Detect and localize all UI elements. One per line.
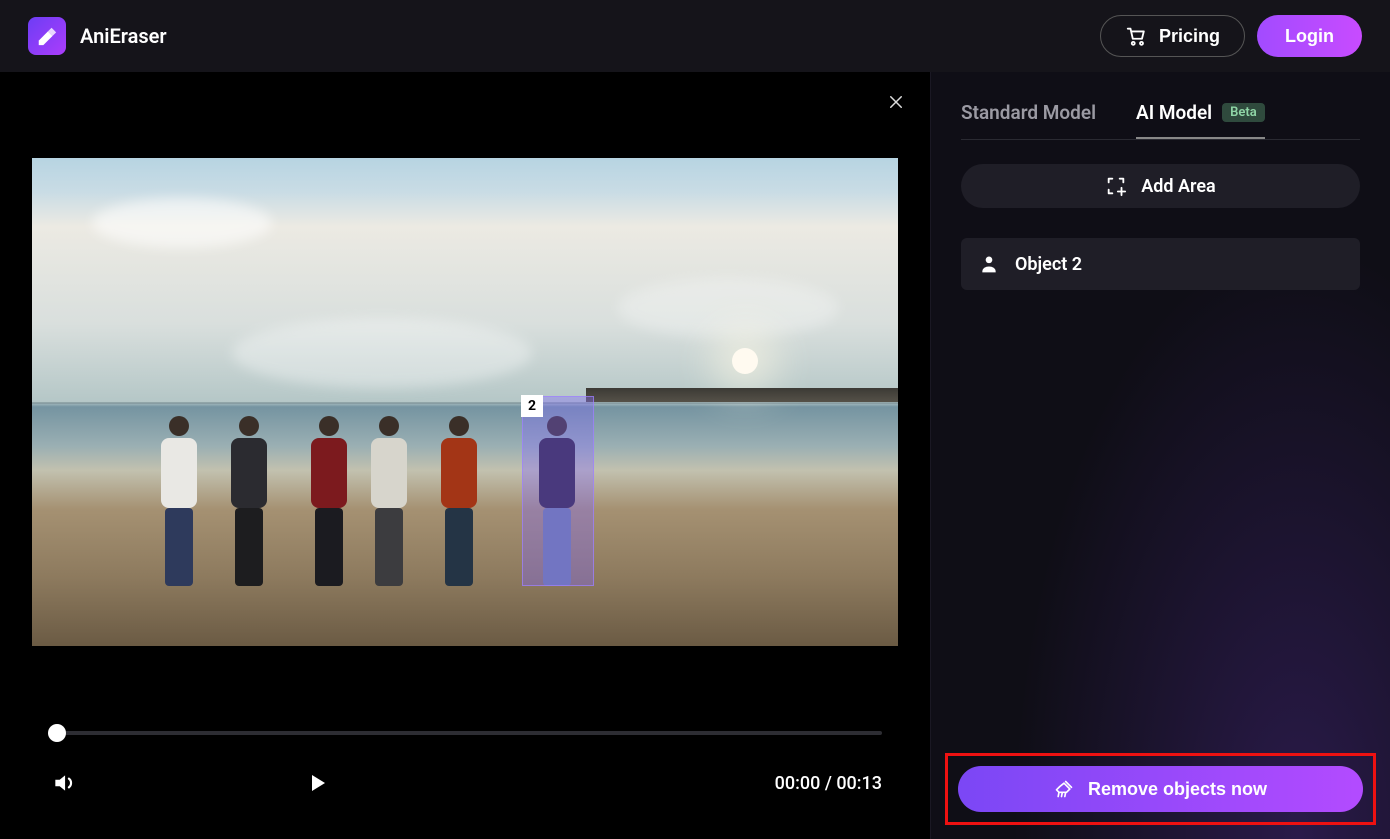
- canvas-wrap: 2: [0, 72, 930, 711]
- selection-tag: 2: [521, 395, 543, 417]
- decor-horizon: [32, 402, 898, 404]
- person-icon: [979, 254, 999, 274]
- sidebar: Standard Model AI Model Beta Add Area Ob…: [930, 72, 1390, 839]
- time-display: 00:00 / 00:13: [775, 773, 882, 794]
- selection-box[interactable]: 2: [522, 396, 594, 586]
- tab-standard-model[interactable]: Standard Model: [961, 88, 1096, 139]
- tab-label: AI Model: [1136, 101, 1212, 124]
- decor-sun: [732, 348, 758, 374]
- play-button[interactable]: [301, 767, 333, 799]
- tab-label: Standard Model: [961, 101, 1096, 124]
- main: 2 00:00 / 00:13: [0, 72, 1390, 839]
- tab-ai-model[interactable]: AI Model Beta: [1136, 88, 1265, 139]
- beta-badge: Beta: [1222, 103, 1265, 122]
- object-label: Object 2: [1015, 254, 1082, 275]
- broom-icon: [1054, 779, 1074, 799]
- app-header: AniEraser Pricing Login: [0, 0, 1390, 72]
- login-button[interactable]: Login: [1257, 15, 1362, 57]
- model-tabs: Standard Model AI Model Beta: [961, 88, 1360, 140]
- progress-track: [48, 731, 882, 735]
- remove-highlight-box: Remove objects now: [945, 753, 1376, 825]
- pricing-label: Pricing: [1159, 26, 1220, 47]
- brand: AniEraser: [28, 17, 167, 55]
- add-area-button[interactable]: Add Area: [961, 164, 1360, 208]
- decor-person: [432, 416, 486, 586]
- pricing-button[interactable]: Pricing: [1100, 15, 1245, 57]
- remove-objects-button[interactable]: Remove objects now: [958, 766, 1363, 812]
- decor-cloud: [618, 278, 838, 338]
- progress-thumb[interactable]: [48, 724, 66, 742]
- decor-cloud: [92, 198, 272, 248]
- app-logo-icon: [28, 17, 66, 55]
- decor-pier: [586, 388, 898, 402]
- add-area-label: Add Area: [1141, 176, 1215, 197]
- object-item[interactable]: Object 2: [961, 238, 1360, 290]
- decor-person: [362, 416, 416, 586]
- cart-icon: [1125, 25, 1147, 47]
- decor-cloud: [232, 318, 532, 388]
- login-label: Login: [1285, 26, 1334, 46]
- decor-person: [302, 416, 356, 586]
- volume-button[interactable]: [48, 767, 80, 799]
- brand-name: AniEraser: [80, 24, 167, 48]
- spacer: [961, 290, 1360, 753]
- decor-person: [222, 416, 276, 586]
- time-total: 00:13: [836, 773, 882, 794]
- player-controls: 00:00 / 00:13: [0, 711, 930, 839]
- close-button[interactable]: [882, 88, 910, 116]
- add-area-icon: [1105, 175, 1127, 197]
- editor-pane: 2 00:00 / 00:13: [0, 72, 930, 839]
- time-sep: /: [820, 773, 836, 794]
- time-current: 00:00: [775, 773, 821, 794]
- progress-bar[interactable]: [48, 723, 882, 743]
- header-actions: Pricing Login: [1100, 15, 1362, 57]
- controls-row: 00:00 / 00:13: [48, 767, 882, 799]
- remove-label: Remove objects now: [1088, 779, 1267, 800]
- video-canvas[interactable]: 2: [32, 158, 898, 646]
- decor-person: [152, 416, 206, 586]
